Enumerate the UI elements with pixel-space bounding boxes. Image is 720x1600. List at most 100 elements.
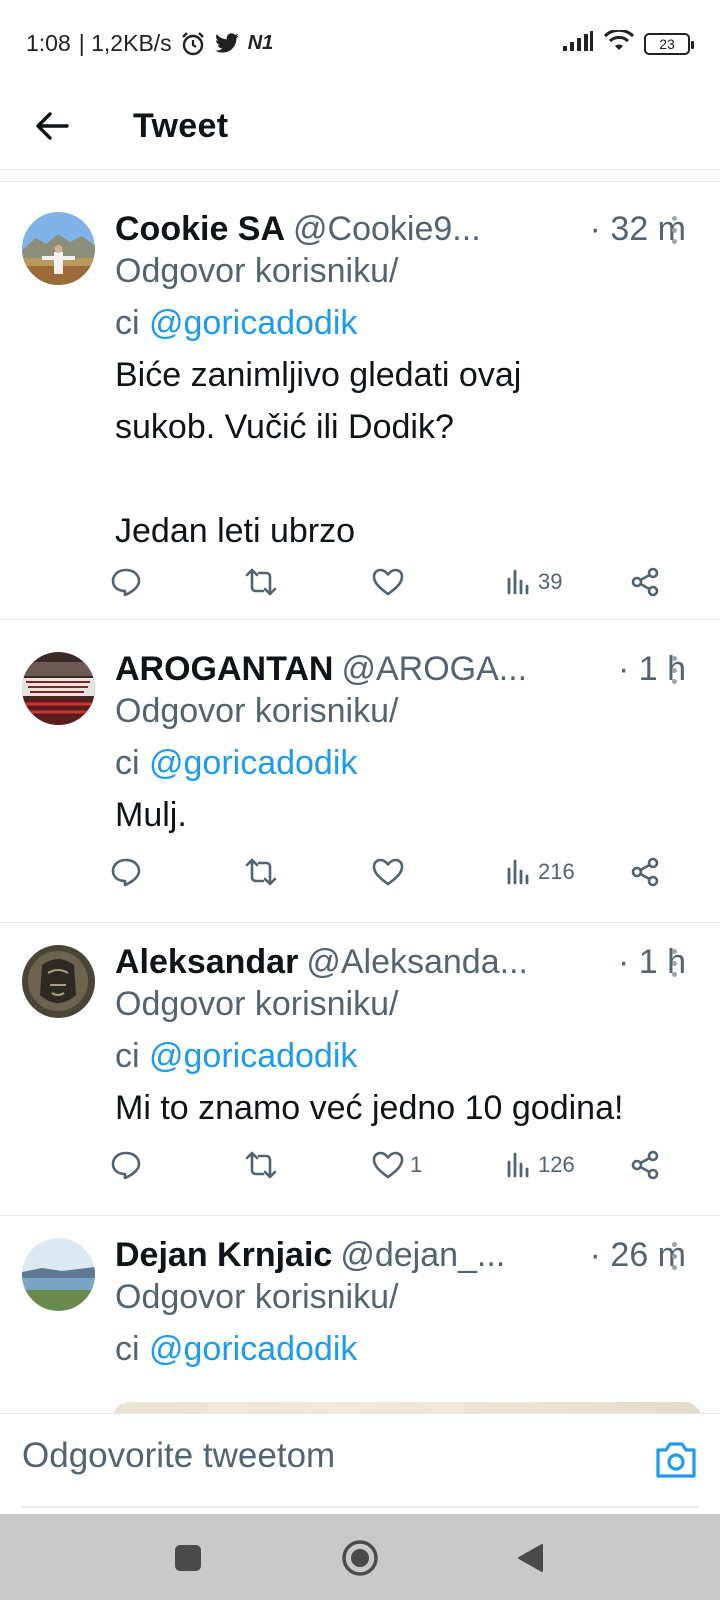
tweet-text: Biće zanimljivo gledati ovaj sukob. Vuči… <box>115 356 522 550</box>
more-options-icon[interactable] <box>670 216 678 244</box>
divider <box>0 181 720 182</box>
status-time: 1:08 <box>26 30 71 56</box>
status-speed: | 1,2KB/s <box>78 30 172 56</box>
retweet-button[interactable] <box>244 852 278 892</box>
tweet-text: Mulj. <box>115 796 187 834</box>
tweet-actions: 39 <box>110 562 680 602</box>
avatar[interactable] <box>22 212 95 285</box>
mention-link[interactable]: @goricadodik <box>149 304 357 342</box>
user-name[interactable]: Dejan Krnjaic <box>115 1236 332 1275</box>
user-handle[interactable]: @dejan_... <box>340 1236 583 1275</box>
reply-icon <box>111 1151 141 1180</box>
reply-prefix: Odgovor korisniku/ <box>115 985 399 1023</box>
user-name[interactable]: Aleksandar <box>115 943 298 982</box>
views-button[interactable]: 216 <box>506 852 575 892</box>
reply-ci: ci <box>115 1330 149 1368</box>
view-count: 39 <box>538 569 563 594</box>
reply-prefix: Odgovor korisniku/ <box>115 1278 399 1316</box>
share-button[interactable] <box>630 562 660 602</box>
alarm-icon <box>180 31 206 57</box>
recents-button[interactable] <box>166 1536 210 1580</box>
triangle-back-icon <box>518 1544 543 1572</box>
reply-context: Odgovor korisniku/ <box>115 245 398 297</box>
like-button[interactable] <box>372 562 410 602</box>
reply-context: Odgovor korisniku/ <box>115 685 398 737</box>
retweet-icon <box>245 858 277 886</box>
heart-icon <box>372 1151 404 1179</box>
user-handle[interactable]: @Cookie9... <box>293 210 584 249</box>
reply-context: ci @goricadodik <box>115 1323 357 1375</box>
reply-ci: ci <box>115 304 149 342</box>
tweet-actions: 1 126 <box>110 1145 680 1185</box>
tweet-reply[interactable]: Aleksandar @Aleksanda... · 1 h Odgovor k… <box>0 923 720 1216</box>
tweet-reply[interactable]: Dejan Krnjaic @dejan_... · 26 m Odgovor … <box>0 1216 720 1413</box>
avatar[interactable] <box>22 1238 95 1311</box>
share-button[interactable] <box>630 1145 660 1185</box>
more-options-icon[interactable] <box>670 949 678 977</box>
reply-prefix: Odgovor korisniku/ <box>115 692 399 730</box>
battery-indicator: 23 <box>644 32 694 55</box>
reply-context: ci @goricadodik <box>115 737 357 789</box>
reply-context: ci @goricadodik <box>115 1030 357 1082</box>
bar-chart-icon <box>507 1152 529 1178</box>
user-handle[interactable]: @Aleksanda... <box>306 943 612 982</box>
reply-context: Odgovor korisniku/ <box>115 1271 398 1323</box>
bar-chart-icon <box>507 859 529 885</box>
status-bar: 1:08 | 1,2KB/s N1 23 <box>0 0 720 86</box>
views-button[interactable]: 39 <box>506 562 562 602</box>
retweet-icon <box>245 568 277 596</box>
retweet-icon <box>245 1151 277 1179</box>
bar-chart-icon <box>507 569 529 595</box>
twitter-bird-icon <box>214 32 240 55</box>
reply-button[interactable] <box>110 1145 142 1185</box>
reply-icon <box>111 568 141 597</box>
share-button[interactable] <box>630 852 660 892</box>
home-button[interactable] <box>338 1536 382 1580</box>
heart-icon <box>372 568 404 596</box>
like-count: 1 <box>410 1152 423 1177</box>
share-icon <box>631 567 659 597</box>
user-name[interactable]: Cookie SA <box>115 210 285 249</box>
more-options-icon[interactable] <box>670 1242 678 1270</box>
top-app-bar: Tweet <box>0 86 720 170</box>
circle-icon <box>342 1540 378 1576</box>
share-icon <box>631 857 659 887</box>
reply-icon <box>111 858 141 887</box>
retweet-button[interactable] <box>244 1145 278 1185</box>
reply-context: Odgovor korisniku/ <box>115 978 398 1030</box>
reply-ci: ci <box>115 1037 149 1075</box>
like-button[interactable] <box>372 852 410 892</box>
camera-icon <box>656 1442 696 1478</box>
composer-divider <box>22 1506 698 1508</box>
tweet-reply[interactable]: AROGANTAN @AROGA... · 1 h Odgovor korisn… <box>0 630 720 923</box>
signal-icon <box>562 30 594 57</box>
retweet-button[interactable] <box>244 562 278 602</box>
camera-button[interactable] <box>654 1440 698 1480</box>
heart-icon <box>372 858 404 886</box>
avatar[interactable] <box>22 945 95 1018</box>
reply-button[interactable] <box>110 852 142 892</box>
reply-context: ci @goricadodik <box>115 297 357 349</box>
reply-button[interactable] <box>110 562 142 602</box>
view-count: 216 <box>538 859 575 884</box>
back-nav-button[interactable] <box>508 1536 552 1580</box>
back-button[interactable] <box>28 102 76 150</box>
wifi-icon <box>603 28 635 57</box>
system-nav-bar <box>0 1514 720 1600</box>
reply-input[interactable]: Odgovorite tweetom <box>22 1436 335 1476</box>
reply-prefix: Odgovor korisniku/ <box>115 252 399 290</box>
reply-ci: ci <box>115 744 149 782</box>
tweet-reply[interactable]: Cookie SA @Cookie9... · 32 m Odgovor kor… <box>0 190 720 620</box>
views-button[interactable]: 126 <box>506 1145 575 1185</box>
mention-link[interactable]: @goricadodik <box>149 1330 357 1368</box>
mention-link[interactable]: @goricadodik <box>149 744 357 782</box>
more-options-icon[interactable] <box>670 656 678 684</box>
user-handle[interactable]: @AROGA... <box>341 650 611 689</box>
avatar[interactable] <box>22 652 95 725</box>
arrow-left-icon <box>36 112 69 140</box>
tweet-text: Mi to znamo već jedno 10 godina! <box>115 1089 624 1127</box>
user-name[interactable]: AROGANTAN <box>115 650 333 689</box>
mention-link[interactable]: @goricadodik <box>149 1037 357 1075</box>
share-icon <box>631 1150 659 1180</box>
like-button[interactable]: 1 <box>372 1145 422 1185</box>
